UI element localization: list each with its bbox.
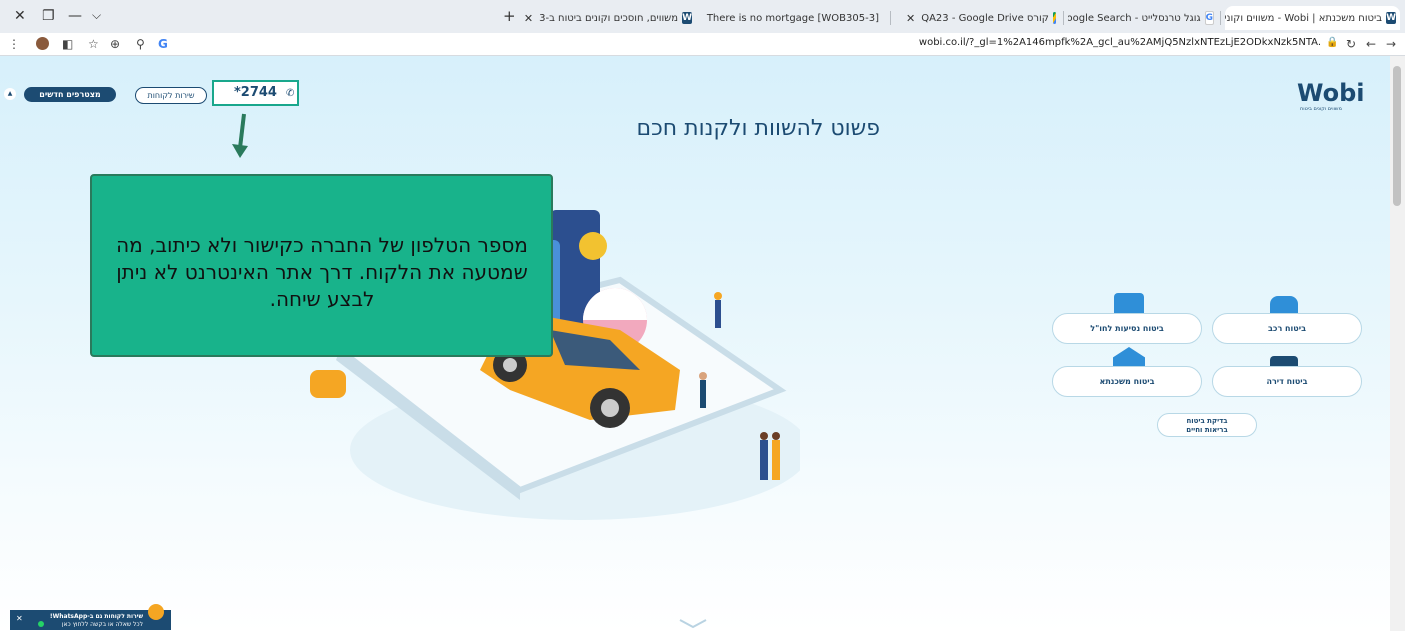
- life-insurance-check-button[interactable]: בדיקת ביטוח בריאות וחיים: [1157, 413, 1257, 437]
- back-icon[interactable]: →: [1386, 37, 1396, 51]
- close-window-icon[interactable]: ✕: [14, 8, 26, 24]
- profile-avatar[interactable]: [36, 37, 49, 50]
- tab-google-drive[interactable]: קורס QA23 - Google Drive ✕: [900, 6, 1060, 30]
- restore-window-icon[interactable]: ❐: [42, 8, 55, 24]
- car-insurance-button[interactable]: ביטוח רכב: [1212, 313, 1362, 344]
- annotation-text: מספר הטלפון של החברה כקישור ולא כיתוב, מ…: [116, 233, 528, 311]
- zoom-search-icon[interactable]: ⚲: [136, 37, 145, 51]
- life-check-line-2: בריאות וחיים: [1186, 426, 1228, 434]
- travel-insurance-button[interactable]: ביטוח נסיעות לחו"ל: [1052, 313, 1202, 344]
- tab-separator: [1220, 11, 1221, 25]
- minimize-window-icon[interactable]: —: [68, 8, 82, 24]
- tab-search-chevron-icon[interactable]: ⌵: [92, 8, 101, 23]
- wobi-logo[interactable]: Wobi: [1297, 79, 1365, 107]
- tab-wobi-compare[interactable]: W משווים, חוסכים וקונים ביטוח ב-3 ✕: [521, 6, 696, 30]
- wobi-favicon: W: [682, 12, 692, 24]
- close-tab-icon[interactable]: ✕: [524, 12, 533, 25]
- jira-favicon: [879, 14, 887, 22]
- google-favicon: G: [1204, 11, 1214, 25]
- logo-subtitle: משווים וקונים ביטוח: [1300, 106, 1342, 112]
- life-check-line-1: בדיקת ביטוח: [1186, 417, 1228, 425]
- annotation-arrow-icon: [232, 113, 248, 158]
- tab-title: משווים, חוסכים וקונים ביטוח ב-3: [539, 12, 679, 24]
- whatsapp-line-1: שירות לקוחות גם ב-WhatsApp!: [49, 613, 143, 620]
- url-field[interactable]: wobi.co.il/?_gl=1%2A146mpfk%2A_gcl_au%2A…: [906, 37, 1321, 48]
- phone-icon: ✆: [286, 88, 295, 99]
- customer-service-button[interactable]: שירות לקוחות: [135, 87, 207, 104]
- translate-icon[interactable]: ⊕: [110, 37, 120, 51]
- tab-separator: [890, 11, 891, 25]
- scroll-down-chevron-icon[interactable]: [678, 618, 708, 630]
- agent-avatar: [148, 604, 164, 620]
- accessibility-icon[interactable]: ▲: [4, 88, 16, 100]
- tab-title: גוגל טרנסלייט - Google Search: [1068, 12, 1201, 24]
- tab-jira[interactable]: [WOB305-3] There is no mortgage ✕: [702, 6, 887, 30]
- tab-separator: [1063, 11, 1064, 25]
- google-lens-icon[interactable]: G: [158, 37, 168, 51]
- lock-icon[interactable]: 🔒: [1326, 37, 1338, 48]
- tab-title: [WOB305-3] There is no mortgage: [706, 12, 879, 24]
- mortgage-insurance-button[interactable]: ביטוח משכנתא: [1052, 366, 1202, 397]
- new-tab-icon[interactable]: +: [503, 7, 516, 25]
- whatsapp-widget[interactable]: ✕ שירות לקוחות גם ב-WhatsApp! לכל שאלה א…: [10, 604, 171, 630]
- annotation-callout: מספר הטלפון של החברה כקישור ולא כיתוב, מ…: [90, 174, 553, 357]
- home-insurance-button[interactable]: ביטוח דירה: [1212, 366, 1362, 397]
- tab-google-search[interactable]: G גוגל טרנסלייט - Google Search ✕: [1068, 6, 1218, 30]
- scrollbar-thumb[interactable]: [1393, 66, 1401, 206]
- tab-title: ביטוח משכנתא | Wobi - משווים וקונים ביטו…: [1225, 12, 1383, 24]
- wobi-favicon: W: [1386, 12, 1396, 24]
- tab-title: קורס QA23 - Google Drive: [921, 12, 1049, 24]
- menu-dots-icon[interactable]: ⋮: [8, 37, 20, 51]
- close-tab-icon[interactable]: ✕: [906, 12, 915, 25]
- sidebar-icon[interactable]: ◧: [62, 37, 73, 51]
- new-customers-button[interactable]: מצטרפים חדשים: [24, 87, 116, 102]
- browser-tab-bar: ✕ ❐ — ⌵ + W משווים, חוסכים וקונים ביטוח …: [0, 0, 1405, 34]
- forward-icon[interactable]: ←: [1366, 37, 1376, 51]
- whatsapp-line-2: לכל שאלה או בקשה ללחוץ כאן: [61, 621, 143, 628]
- close-widget-icon[interactable]: ✕: [16, 614, 23, 623]
- page-headline: פשוט להשוות ולקנות חכם: [636, 116, 880, 141]
- tab-wobi-mortgage[interactable]: W ביטוח משכנתא | Wobi - משווים וקונים בי…: [1225, 6, 1400, 30]
- whatsapp-icon: [38, 621, 44, 627]
- reload-icon[interactable]: ↻: [1346, 37, 1356, 51]
- bookmark-star-icon[interactable]: ☆: [88, 37, 99, 51]
- phone-number-link[interactable]: *2744: [214, 82, 297, 104]
- drive-favicon: [1052, 12, 1056, 24]
